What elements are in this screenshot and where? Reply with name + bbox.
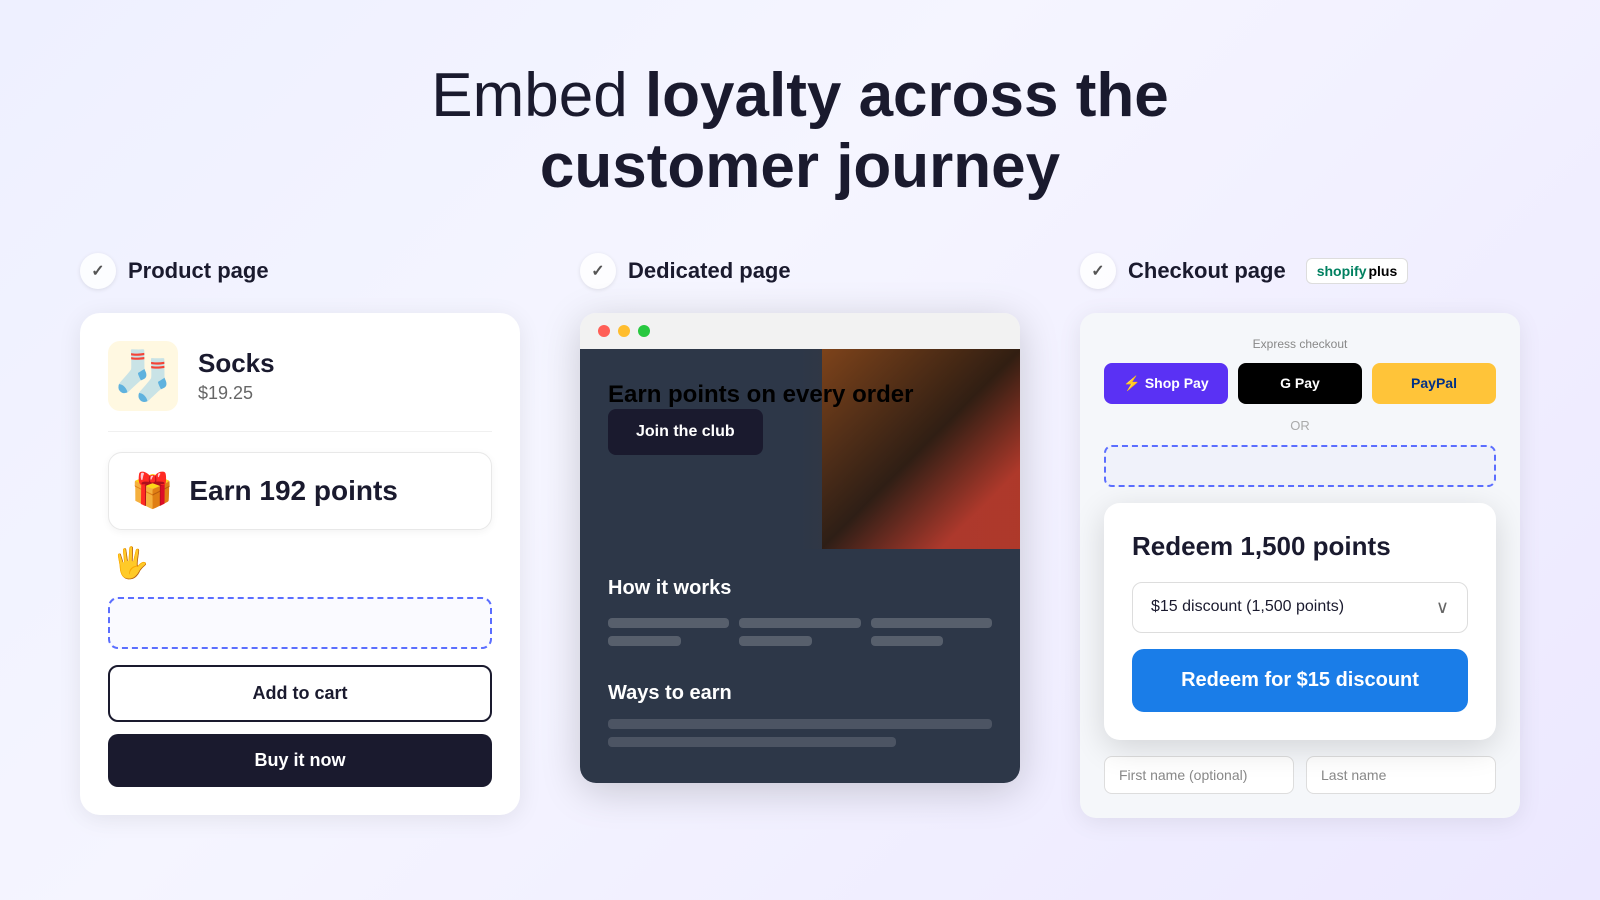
express-checkout-label: Express checkout [1104, 337, 1496, 351]
how-it-works-heading: How it works [608, 577, 992, 600]
chevron-down-icon: ∨ [1436, 597, 1449, 618]
browser-mockup: Earn points on every order Join the club… [580, 313, 1020, 783]
join-club-button[interactable]: Join the club [608, 409, 763, 455]
product-info: Socks $19.25 [198, 348, 275, 404]
headline-part1: Embed [431, 61, 645, 130]
hero-content: Earn points on every order Join the club [608, 381, 992, 487]
hero-heading: Earn points on every order [608, 381, 992, 409]
headline-part3: customer journey [540, 132, 1060, 201]
ppay-label: PayPal [1411, 375, 1457, 391]
shopify-plus-text: plus [1368, 263, 1397, 279]
hiw-col-1 [608, 618, 729, 654]
product-price: $19.25 [198, 383, 275, 404]
dedicated-page-check: ✓ [580, 253, 616, 289]
checkout-page-label: ✓ Checkout page shopifyplus [1080, 253, 1408, 289]
cursor-hand-icon: 🖐️ [112, 546, 149, 581]
browser-lower-section: How it works Ways to earn [580, 549, 1020, 783]
browser-hero-section: Earn points on every order Join the club [580, 349, 1020, 549]
column-product-page: ✓ Product page 🧦 Socks $19.25 🎁 Earn 192… [80, 253, 520, 815]
column-dedicated-page: ✓ Dedicated page Earn points on every or… [580, 253, 1020, 783]
hiw-col-3 [871, 618, 992, 654]
ph-line-1 [608, 618, 729, 628]
redeem-select-dropdown[interactable]: $15 discount (1,500 points) ∨ [1132, 582, 1468, 633]
gpay-label: G Pay [1280, 375, 1320, 391]
redeem-title: Redeem 1,500 points [1132, 531, 1468, 562]
product-name: Socks [198, 348, 275, 379]
shopay-label: Shop Pay [1145, 375, 1209, 391]
buy-now-button[interactable]: Buy it now [108, 734, 492, 787]
ways-to-earn-heading: Ways to earn [608, 682, 992, 705]
browser-dot-yellow [618, 325, 630, 337]
ph-line-5 [871, 618, 992, 628]
ph-line-2 [608, 636, 681, 646]
last-name-input[interactable]: Last name [1306, 756, 1496, 794]
columns-container: ✓ Product page 🧦 Socks $19.25 🎁 Earn 192… [80, 253, 1520, 818]
email-input-placeholder [1104, 445, 1496, 487]
checkout-page-check: ✓ [1080, 253, 1116, 289]
dedicated-page-title: Dedicated page [628, 258, 791, 284]
browser-dot-red [598, 325, 610, 337]
loyalty-widget-placeholder [108, 597, 492, 649]
column-checkout-page: ✓ Checkout page shopifyplus Express chec… [1080, 253, 1520, 818]
browser-bar [580, 313, 1020, 349]
checkout-bg-card: Express checkout ⚡ Shop Pay G Pay PayPal… [1080, 313, 1520, 818]
shopify-logo-text: shopify [1317, 263, 1367, 279]
earn-banner: 🎁 Earn 192 points [108, 452, 492, 530]
ph-line-4 [739, 636, 812, 646]
ph-line-3 [739, 618, 860, 628]
or-divider: OR [1104, 418, 1496, 433]
gpay-button[interactable]: G Pay [1238, 363, 1362, 404]
checkout-page-title: Checkout page [1128, 258, 1286, 284]
add-to-cart-button[interactable]: Add to cart [108, 665, 492, 722]
cursor-area: 🖐️ [108, 546, 492, 581]
redeem-button[interactable]: Redeem for $15 discount [1132, 649, 1468, 712]
checkout-wrapper: Express checkout ⚡ Shop Pay G Pay PayPal… [1080, 313, 1520, 818]
product-page-label: ✓ Product page [80, 253, 269, 289]
earn-points-text: Earn 192 points [189, 475, 398, 507]
browser-dot-green [638, 325, 650, 337]
first-name-input[interactable]: First name (optional) [1104, 756, 1294, 794]
sock-icon: 🧦 [108, 341, 178, 411]
product-card: 🧦 Socks $19.25 🎁 Earn 192 points 🖐️ Add … [80, 313, 520, 815]
ph-line-6 [871, 636, 944, 646]
name-form-row: First name (optional) Last name [1104, 756, 1496, 794]
express-checkout-buttons: ⚡ Shop Pay G Pay PayPal [1104, 363, 1496, 404]
wte-line-2 [608, 737, 896, 747]
wte-line-1 [608, 719, 992, 729]
shopay-button[interactable]: ⚡ Shop Pay [1104, 363, 1228, 404]
hiw-col-2 [739, 618, 860, 654]
shopay-icon: ⚡ [1123, 375, 1140, 392]
how-it-works-items [608, 618, 992, 654]
product-page-title: Product page [128, 258, 269, 284]
redeem-select-value: $15 discount (1,500 points) [1151, 598, 1344, 616]
product-page-check: ✓ [80, 253, 116, 289]
dedicated-page-label: ✓ Dedicated page [580, 253, 791, 289]
product-header: 🧦 Socks $19.25 [108, 341, 492, 432]
redeem-card: Redeem 1,500 points $15 discount (1,500 … [1104, 503, 1496, 740]
headline: Embed loyalty across the customer journe… [431, 60, 1168, 203]
gift-icon: 🎁 [131, 471, 173, 511]
shopify-plus-badge: shopifyplus [1306, 258, 1409, 284]
ppay-button[interactable]: PayPal [1372, 363, 1496, 404]
headline-part2: loyalty across the [645, 61, 1169, 130]
